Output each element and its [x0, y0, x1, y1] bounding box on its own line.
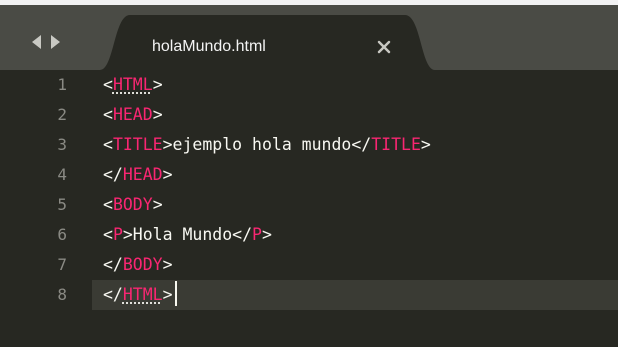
code-line[interactable]: <P>Hola Mundo</P>: [103, 220, 272, 250]
code-line-current[interactable]: </HTML>: [103, 280, 177, 310]
close-icon-shape: [377, 40, 391, 54]
tag-open-bracket: <: [103, 105, 113, 124]
code-editor[interactable]: 1 2 3 4 5 6 7 8 <HTML> <HEAD> <TITLE>eje…: [0, 70, 618, 347]
tab-title: holaMundo.html: [152, 38, 266, 55]
closing-tag-name: TITLE: [371, 135, 421, 154]
tag-close-bracket: >: [420, 135, 431, 154]
tag-close-bracket: >: [162, 165, 173, 184]
current-line-highlight: [0, 280, 618, 310]
tag-open-bracket: <: [103, 75, 113, 94]
sublime-text-window: holaMundo.html 1 2 3 4 5 6 7 8 <HTML> <H…: [0, 0, 618, 347]
tag-open-bracket: </: [103, 285, 123, 304]
tag-name: HTML: [112, 75, 153, 94]
line-number: 5: [57, 195, 67, 214]
tag-name: HTML: [122, 285, 163, 304]
code-line[interactable]: <HTML>: [103, 70, 163, 100]
tag-open-bracket: <: [103, 195, 113, 214]
tab-navigation: [32, 33, 66, 51]
line-number-gutter: 1 2 3 4 5 6 7 8: [0, 70, 92, 347]
tag-name: BODY: [122, 255, 163, 274]
text-cursor: [174, 281, 177, 306]
tag-close-bracket: >: [261, 225, 272, 244]
line-number: 7: [57, 255, 67, 274]
line-number: 2: [57, 105, 67, 124]
line-number: 6: [57, 225, 67, 244]
tag-close-bracket: >: [162, 255, 173, 274]
triangle-right-icon[interactable]: [48, 35, 60, 49]
line-middle-text: >Hola Mundo</: [122, 225, 253, 244]
closing-tag-name: P: [252, 225, 262, 244]
tag-name: P: [112, 225, 123, 244]
code-line[interactable]: </HEAD>: [103, 160, 173, 190]
tag-close-bracket: >: [162, 285, 173, 304]
line-number: 1: [57, 75, 67, 94]
line-number: 4: [57, 165, 67, 184]
triangle-left-icon[interactable]: [32, 35, 44, 49]
tag-open-bracket: <: [103, 225, 113, 244]
tag-name: TITLE: [112, 135, 163, 154]
tag-name: BODY: [112, 195, 153, 214]
tag-open-bracket: </: [103, 255, 123, 274]
triangle-right-icon-shape: [51, 35, 60, 49]
tag-close-bracket: >: [152, 195, 163, 214]
tag-open-bracket: </: [103, 165, 123, 184]
tag-close-bracket: >: [152, 105, 163, 124]
line-number: 3: [57, 135, 67, 154]
code-line[interactable]: <TITLE>ejemplo hola mundo</TITLE>: [103, 130, 431, 160]
tag-open-bracket: <: [103, 135, 113, 154]
tag-name: HEAD: [112, 105, 153, 124]
close-icon[interactable]: [376, 39, 392, 55]
tag-close-bracket: >: [152, 75, 163, 94]
tab-holaMundo-html[interactable]: holaMundo.html: [100, 15, 435, 70]
code-line[interactable]: <BODY>: [103, 190, 163, 220]
line-number: 8: [57, 285, 67, 304]
tag-name: HEAD: [122, 165, 163, 184]
code-line[interactable]: </BODY>: [103, 250, 173, 280]
triangle-left-icon-shape: [32, 35, 41, 49]
code-line[interactable]: <HEAD>: [103, 100, 163, 130]
tab-bar: holaMundo.html: [0, 5, 618, 70]
line-middle-text: >ejemplo hola mundo</: [162, 135, 372, 154]
